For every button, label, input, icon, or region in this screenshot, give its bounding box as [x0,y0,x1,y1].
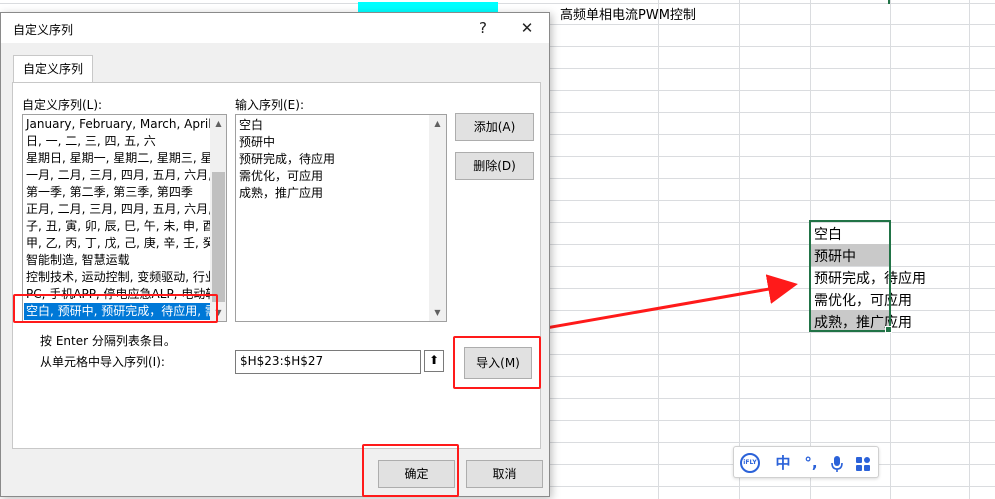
list-item-selected[interactable]: 空白, 预研中, 预研完成，待应用, 需 [24,303,217,320]
list-item[interactable]: January, February, March, April [26,116,212,133]
input-list-scrollbar[interactable]: ▲ ▼ [429,115,446,321]
list-item[interactable]: 甲, 乙, 丙, 丁, 戊, 己, 庚, 辛, 壬, 癸 [26,235,215,252]
ime-mode-chinese[interactable]: 中 [772,447,794,479]
list-item[interactable]: 智能制造, 智慧运载 [26,252,130,269]
punctuation-icon[interactable]: °, [800,447,822,479]
scroll-up-arrow-icon[interactable]: ▲ [210,115,226,132]
dialog-panel: 自定义序列(L): January, February, March, Apri… [12,82,541,449]
input-list-label: 输入序列(E): [235,98,304,112]
add-button[interactable]: 添加(A) [455,113,534,141]
scroll-down-arrow-icon[interactable]: ▼ [429,304,446,321]
list-item[interactable]: 控制技术, 运动控制, 变频驱动, 行业 [26,269,217,286]
microphone-icon[interactable] [826,447,848,479]
import-button[interactable]: 导入(M) [464,347,532,379]
custom-lists-scrollbar[interactable]: ▲ ▼ [210,115,226,321]
close-icon[interactable]: ✕ [513,17,541,39]
scroll-down-arrow-icon[interactable]: ▼ [210,304,226,321]
range-picker-icon[interactable]: ⬆ [424,350,444,372]
list-item[interactable]: 第一季, 第二季, 第三季, 第四季 [26,184,193,201]
list-item[interactable]: PC, 手机APP, 停电应急ALP, 电动轨 [26,286,217,303]
custom-lists-dialog: 自定义序列 ? ✕ 自定义序列 自定义序列(L): January, Febru… [0,12,550,497]
input-entry: 成熟，推广应用 [239,186,324,200]
input-entry: 预研完成，待应用 [239,152,336,166]
help-icon[interactable]: ? [469,17,497,39]
import-label: 从单元格中导入序列(I): [40,355,165,369]
import-range-input[interactable]: $H$23:$H$27 [235,350,421,374]
apps-grid-icon[interactable] [852,447,874,479]
dialog-title: 自定义序列 [13,23,74,37]
list-item[interactable]: 星期日, 星期一, 星期二, 星期三, 星 [26,150,213,167]
list-item[interactable]: 子, 丑, 寅, 卯, 辰, 巳, 午, 未, 申, 酉 [26,218,215,235]
tab-custom-lists[interactable]: 自定义序列 [13,55,93,83]
input-list-textarea[interactable]: 空白 预研中 预研完成，待应用 需优化，可应用 成熟，推广应用 ▲ ▼ [235,114,447,322]
dialog-titlebar[interactable]: 自定义序列 ? ✕ [1,13,549,43]
list-item[interactable]: 一月, 二月, 三月, 四月, 五月, 六月, [26,167,212,184]
ime-toolbar[interactable]: iFLY 中 °, [733,446,879,478]
custom-lists-listbox[interactable]: January, February, March, April 日, 一, 二,… [22,114,227,322]
input-entry: 预研中 [239,135,276,149]
custom-lists-label: 自定义序列(L): [22,98,103,112]
input-entry: 空白 [239,118,264,132]
delete-button[interactable]: 删除(D) [455,152,534,180]
scroll-up-arrow-icon[interactable]: ▲ [429,115,446,132]
enter-hint-text: 按 Enter 分隔列表条目。 [40,334,176,348]
input-entry: 需优化，可应用 [239,169,324,183]
list-item[interactable]: 日, 一, 二, 三, 四, 五, 六 [26,133,156,150]
cancel-button[interactable]: 取消 [466,460,543,488]
scroll-thumb[interactable] [212,172,225,302]
ok-button[interactable]: 确定 [378,460,455,488]
ifly-logo[interactable]: iFLY [740,453,760,473]
list-item[interactable]: 正月, 二月, 三月, 四月, 五月, 六月, [26,201,212,218]
